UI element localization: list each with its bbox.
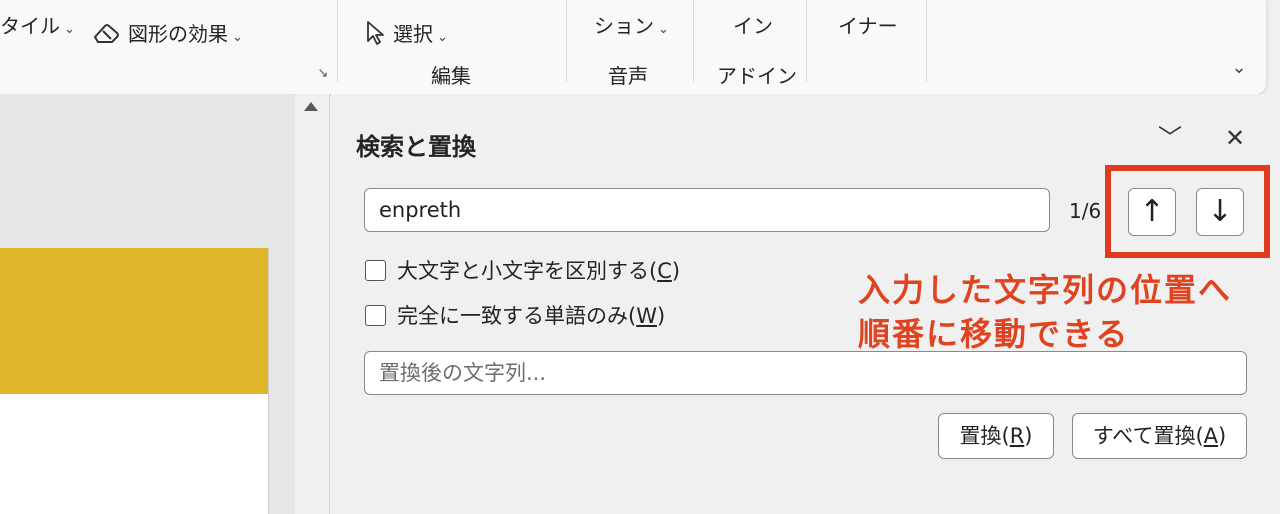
collapse-ribbon-icon[interactable]: ⌄ [1225, 56, 1253, 80]
group-label-edit: 編集 [431, 64, 471, 88]
pane-title: 検索と置換 [356, 133, 476, 161]
match-case-label: 大文字と小文字を区別する(C) [397, 259, 681, 283]
checkbox-box [365, 304, 386, 326]
search-input[interactable]: enpreth [364, 188, 1050, 232]
vertical-scrollbar[interactable] [296, 94, 330, 514]
scroll-up-icon[interactable] [304, 102, 318, 111]
shape-style-label: タイル [0, 14, 60, 38]
eraser-icon [92, 22, 122, 49]
close-icon[interactable]: ✕ [1219, 122, 1251, 154]
chevron-down-icon: ⌄ [658, 22, 669, 37]
group-divider [337, 0, 338, 82]
highlight-box [1105, 165, 1270, 258]
shape-effects-label: 図形の効果 [128, 22, 228, 46]
match-counter: 1/6 [1069, 199, 1102, 223]
select-button[interactable]: 選択 ⌄ [365, 18, 448, 51]
replace-button[interactable]: 置換(R) [938, 413, 1054, 459]
dictate-label: ション [594, 14, 654, 38]
annotation-line-1: 入力した文字列の位置へ [858, 271, 1233, 309]
slide-editor [0, 94, 295, 514]
slide-title-band [0, 248, 268, 394]
group-label-voice: 音声 [608, 64, 648, 88]
chevron-down-icon: ⌄ [232, 30, 243, 45]
annotation-line-2: 順番に移動できる [858, 315, 1130, 353]
match-case-checkbox[interactable]: 大文字と小文字を区別する(C) [365, 256, 680, 284]
find-replace-pane: 検索と置換 ﹀ ✕ enpreth 1/6 ↑ ↓ 大文字と小文字を区別する(C… [331, 94, 1280, 514]
group-divider [926, 0, 927, 82]
cursor-arrow-icon [365, 20, 385, 51]
dialog-launcher-icon[interactable]: ↘ [315, 66, 331, 82]
slide-canvas[interactable] [0, 248, 269, 514]
checkbox-box [365, 259, 386, 281]
group-divider [693, 0, 694, 82]
select-label: 選択 [393, 22, 433, 46]
annotation-callout: 入力した文字列の位置へ 順番に移動できる [858, 268, 1232, 356]
whole-word-checkbox[interactable]: 完全に一致する単語のみ(W) [365, 301, 665, 329]
group-divider [566, 0, 567, 82]
designer-button[interactable]: イナー [838, 10, 898, 39]
pane-options-icon[interactable]: ﹀ [1154, 122, 1186, 154]
group-divider [806, 0, 807, 82]
shape-effects-button[interactable]: 図形の効果 ⌄ [92, 18, 243, 49]
chevron-down-icon: ⌄ [437, 30, 448, 45]
chevron-down-icon: ⌄ [64, 22, 75, 37]
replace-input[interactable]: 置換後の文字列... [364, 351, 1247, 395]
dictate-button[interactable]: ション ⌄ [594, 10, 669, 39]
addin-button[interactable]: イン [733, 10, 773, 39]
group-label-addin: アドイン [717, 64, 797, 88]
ribbon: タイル ⌄ 図形の効果 ⌄ ↘ 選択 ⌄ 編集 ション ⌄ 音声 イン アドイン イナー… [0, 0, 1266, 94]
whole-word-label: 完全に一致する単語のみ(W) [397, 304, 666, 328]
shape-style-button[interactable]: タイル ⌄ [0, 10, 75, 39]
replace-all-button[interactable]: すべて置換(A) [1072, 413, 1247, 459]
